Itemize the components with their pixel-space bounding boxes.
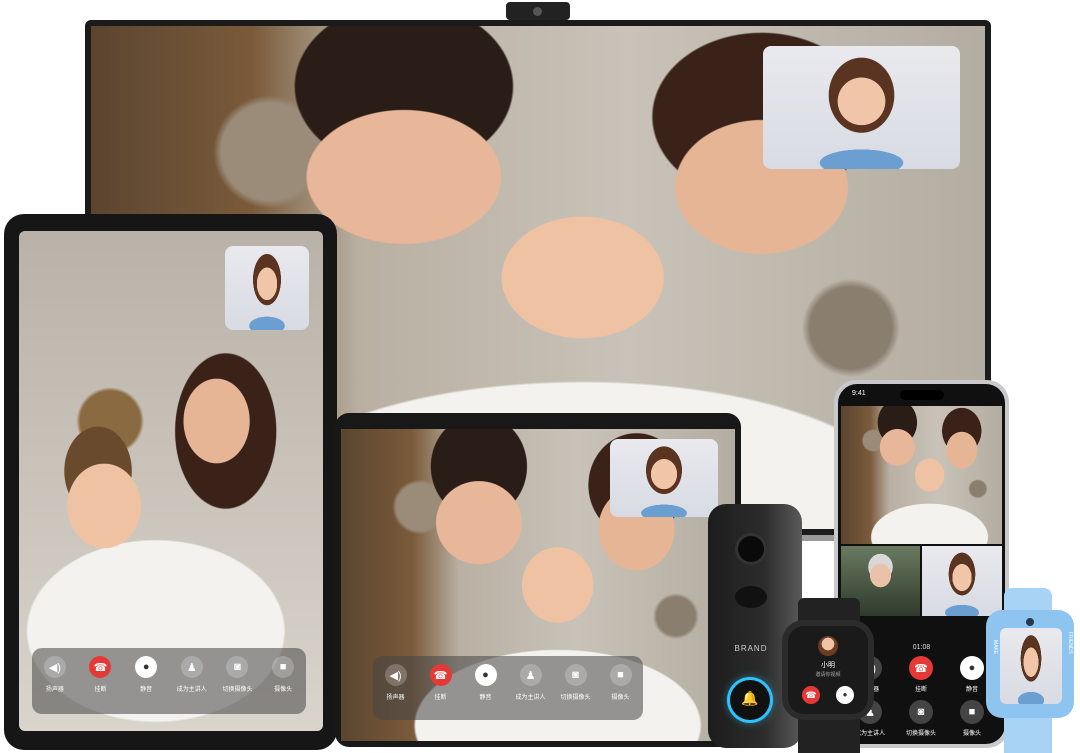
tablet-control-label: 挂断: [434, 695, 447, 701]
tablet-call-controls: ◀) 扬声器 ☎ 挂断 ● 静音 ♟ 成为主讲人 ◙ 切换摄像头 ■ 摄像头: [373, 656, 643, 720]
camera-switch-icon: ◙: [226, 656, 249, 678]
ipad-control-1[interactable]: ☎ 挂断: [78, 656, 122, 693]
ipad-control-2[interactable]: ● 静音: [124, 656, 168, 693]
kids-watch: MAKE FRIENDS: [986, 610, 1074, 718]
ipad-control-label: 扬声器: [45, 687, 64, 693]
ipad-control-5[interactable]: ■ 摄像头: [261, 656, 305, 693]
phone-main-video[interactable]: [841, 406, 1002, 544]
kids-watch-band-bottom: [1004, 712, 1052, 753]
ipad-control-label: 挂断: [94, 687, 107, 693]
tablet-control-0[interactable]: ◀) 扬声器: [374, 664, 418, 701]
camera-lens-icon: [533, 7, 542, 16]
ipad-pip-video[interactable]: [225, 246, 309, 330]
mic-icon: ●: [842, 690, 848, 699]
ipad-control-4[interactable]: ◙ 切换摄像头: [215, 656, 259, 693]
kids-watch-screen[interactable]: [1000, 628, 1062, 704]
watch-caller-status: 邀请你视频: [815, 672, 841, 678]
watch-caller-name: 小明: [821, 662, 835, 669]
watch-mic-button[interactable]: ●: [836, 686, 854, 704]
tv-camera: [506, 2, 570, 20]
ipad-control-label: 静音: [140, 687, 153, 693]
tablet-control-3[interactable]: ♟ 成为主讲人: [509, 664, 553, 701]
kids-watch-camera-icon: [1026, 618, 1034, 626]
phone-status-time: 9:41: [852, 390, 866, 397]
watch-decline-button[interactable]: ☎: [802, 686, 820, 704]
doorbell-sensor-icon: [735, 586, 767, 608]
speaker-icon: ◀): [43, 656, 66, 678]
smart-watch: 小明 邀请你视频 ☎ ●: [782, 620, 874, 720]
tablet-control-5[interactable]: ■ 摄像头: [599, 664, 643, 701]
ipad: ◀) 扬声器 ☎ 挂断 ● 静音 ♟ 成为主讲人 ◙ 切换摄像头 ■ 摄像头: [4, 214, 337, 750]
kids-watch-left-text: MAKE: [992, 640, 998, 655]
ipad-call-controls: ◀) 扬声器 ☎ 挂断 ● 静音 ♟ 成为主讲人 ◙ 切换摄像头 ■ 摄像头: [32, 648, 306, 714]
tablet: ◀) 扬声器 ☎ 挂断 ● 静音 ♟ 成为主讲人 ◙ 切换摄像头 ■ 摄像头: [335, 413, 741, 747]
mic-icon: ●: [474, 664, 497, 686]
video-camera-icon: ■: [609, 664, 632, 686]
tablet-control-label: 扬声器: [386, 695, 405, 701]
hang-up-icon: ☎: [89, 656, 112, 678]
mic-icon: ●: [135, 656, 158, 678]
tablet-control-4[interactable]: ◙ 切换摄像头: [554, 664, 598, 701]
phone-row1-control-label: 静音: [965, 687, 978, 693]
bell-icon: 🔔: [741, 690, 759, 706]
phone-notch: [900, 390, 944, 400]
tablet-control-1[interactable]: ☎ 挂断: [419, 664, 463, 701]
ipad-control-label: 成为主讲人: [176, 687, 207, 693]
doorbell-camera-icon: [738, 536, 764, 562]
doorbell-button[interactable]: 🔔: [730, 680, 770, 720]
phone-row1-control-1[interactable]: ☎ 挂断: [901, 656, 941, 693]
tablet-pip-video[interactable]: [610, 439, 718, 517]
phone-row2-control-1[interactable]: ◙ 切换摄像头: [901, 700, 941, 737]
presenter-icon: ♟: [519, 664, 542, 686]
tablet-control-label: 摄像头: [611, 695, 630, 701]
hang-up-icon: ☎: [429, 664, 452, 686]
phone-row1-control-label: 挂断: [914, 687, 927, 693]
video-camera-icon: ■: [960, 700, 984, 724]
ipad-control-label: 摄像头: [274, 687, 293, 693]
camera-switch-icon: ◙: [909, 700, 933, 724]
presenter-icon: ♟: [180, 656, 203, 678]
ipad-control-0[interactable]: ◀) 扬声器: [33, 656, 77, 693]
tablet-control-label: 成为主讲人: [515, 695, 546, 701]
phone-row2-control-label: 切换摄像头: [905, 731, 936, 737]
tablet-control-label: 静音: [479, 695, 492, 701]
tablet-control-2[interactable]: ● 静音: [464, 664, 508, 701]
smart-watch-screen: 小明 邀请你视频 ☎ ●: [788, 626, 868, 714]
phone-sub-video-2[interactable]: [922, 546, 1002, 616]
kids-watch-right-text: FRIENDS: [1067, 632, 1073, 654]
smart-watch-band-bottom: [798, 718, 860, 753]
video-camera-icon: ■: [272, 656, 295, 678]
mic-icon: ●: [960, 656, 984, 680]
hang-up-icon: ☎: [805, 690, 817, 700]
tv-pip-video[interactable]: [763, 46, 960, 169]
ipad-control-3[interactable]: ♟ 成为主讲人: [170, 656, 214, 693]
speaker-icon: ◀): [384, 664, 407, 686]
tablet-control-label: 切换摄像头: [560, 695, 591, 701]
camera-switch-icon: ◙: [564, 664, 587, 686]
phone-row2-control-label: 摄像头: [962, 731, 981, 737]
ipad-control-label: 切换摄像头: [222, 687, 253, 693]
watch-caller-avatar: [818, 636, 838, 656]
hang-up-icon: ☎: [909, 656, 933, 680]
